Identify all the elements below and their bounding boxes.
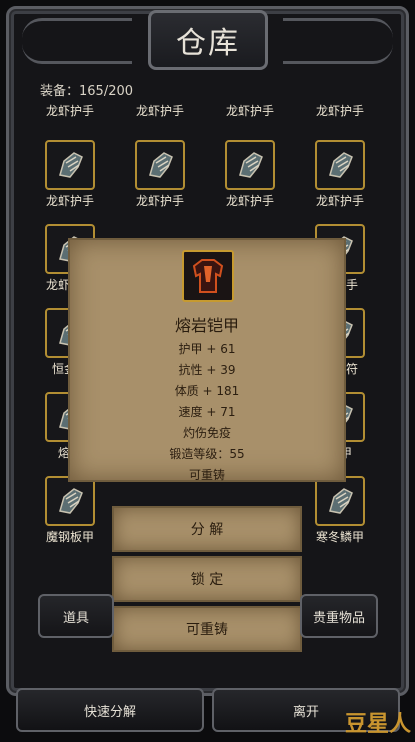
title-ornament-right (283, 18, 393, 64)
inventory-slot[interactable]: 龙虾护手 (120, 100, 200, 119)
inventory-slot[interactable]: 寒冬鳞甲 (300, 476, 380, 545)
tooltip-item-name: 熔岩铠甲 (174, 316, 239, 335)
equipment-count: 装备：165/200 (40, 84, 134, 99)
tooltip-item-slot (182, 250, 234, 302)
window-title: 仓库 (176, 26, 240, 61)
item-slot[interactable] (315, 476, 365, 526)
item-name: 龙虾护手 (315, 104, 364, 118)
item-slot[interactable] (315, 140, 365, 190)
watermark-logo: 豆星人 (344, 712, 411, 737)
inventory-slot[interactable]: 龙虾护手 (30, 100, 110, 119)
item-name: 龙虾护手 (45, 104, 94, 118)
item-tooltip: 熔岩铠甲 护甲 + 61 抗性 + 39 体质 + 181 速度 + 71 灼伤免疫锻造… (68, 238, 346, 482)
tooltip-stat: 护甲 + 61 (178, 342, 236, 356)
armor-icon (192, 259, 224, 293)
item-name: 龙虾护手 (45, 194, 94, 208)
gauntlet-icon (149, 152, 173, 178)
item-name: 魔钢板甲 (45, 530, 94, 544)
gauntlet-icon (59, 152, 83, 178)
tab-props[interactable]: 道具 (38, 594, 114, 638)
gauntlet-icon (59, 488, 83, 514)
gauntlet-icon (239, 152, 263, 178)
title-plate: 仓库 (148, 10, 268, 70)
item-slot[interactable] (135, 140, 185, 190)
item-name: 寒冬鳞甲 (315, 530, 364, 544)
inventory-slot[interactable]: 龙虾护手 (300, 140, 380, 209)
inventory-slot[interactable]: 龙虾护手 (210, 100, 290, 119)
lock-button[interactable]: 锁 定 (112, 556, 302, 602)
tooltip-stat: 速度 + 71 (178, 405, 236, 419)
inventory-slot[interactable]: 龙虾护手 (30, 140, 110, 209)
tooltip-stat: 灼伤免疫 (182, 426, 231, 440)
item-slot[interactable] (45, 140, 95, 190)
title-ornament-left (22, 18, 132, 64)
gauntlet-icon (329, 488, 353, 514)
inventory-slot[interactable]: 龙虾护手 (300, 100, 380, 119)
item-name: 龙虾护手 (135, 104, 184, 118)
tooltip-stat: 锻造等级：55 (169, 447, 245, 461)
item-name: 龙虾护手 (135, 194, 184, 208)
item-slot[interactable] (225, 140, 275, 190)
inventory-slot[interactable]: 龙虾护手 (210, 140, 290, 209)
quick-decompose-button[interactable]: 快速分解 (16, 688, 204, 732)
inventory-slot[interactable]: 魔钢板甲 (30, 476, 110, 545)
tab-valuables[interactable]: 贵重物品 (300, 594, 378, 638)
tooltip-stat: 抗性 + 39 (178, 363, 236, 377)
decompose-button[interactable]: 分 解 (112, 506, 302, 552)
item-name: 龙虾护手 (225, 194, 274, 208)
reforge-button[interactable]: 可重铸 (112, 606, 302, 652)
gauntlet-icon (329, 152, 353, 178)
inventory-slot[interactable]: 龙虾护手 (120, 140, 200, 209)
tooltip-stat: 可重铸 (188, 468, 225, 482)
item-name: 龙虾护手 (315, 194, 364, 208)
item-slot[interactable] (45, 476, 95, 526)
tooltip-stat: 体质 + 181 (174, 384, 240, 398)
item-name: 龙虾护手 (225, 104, 274, 118)
